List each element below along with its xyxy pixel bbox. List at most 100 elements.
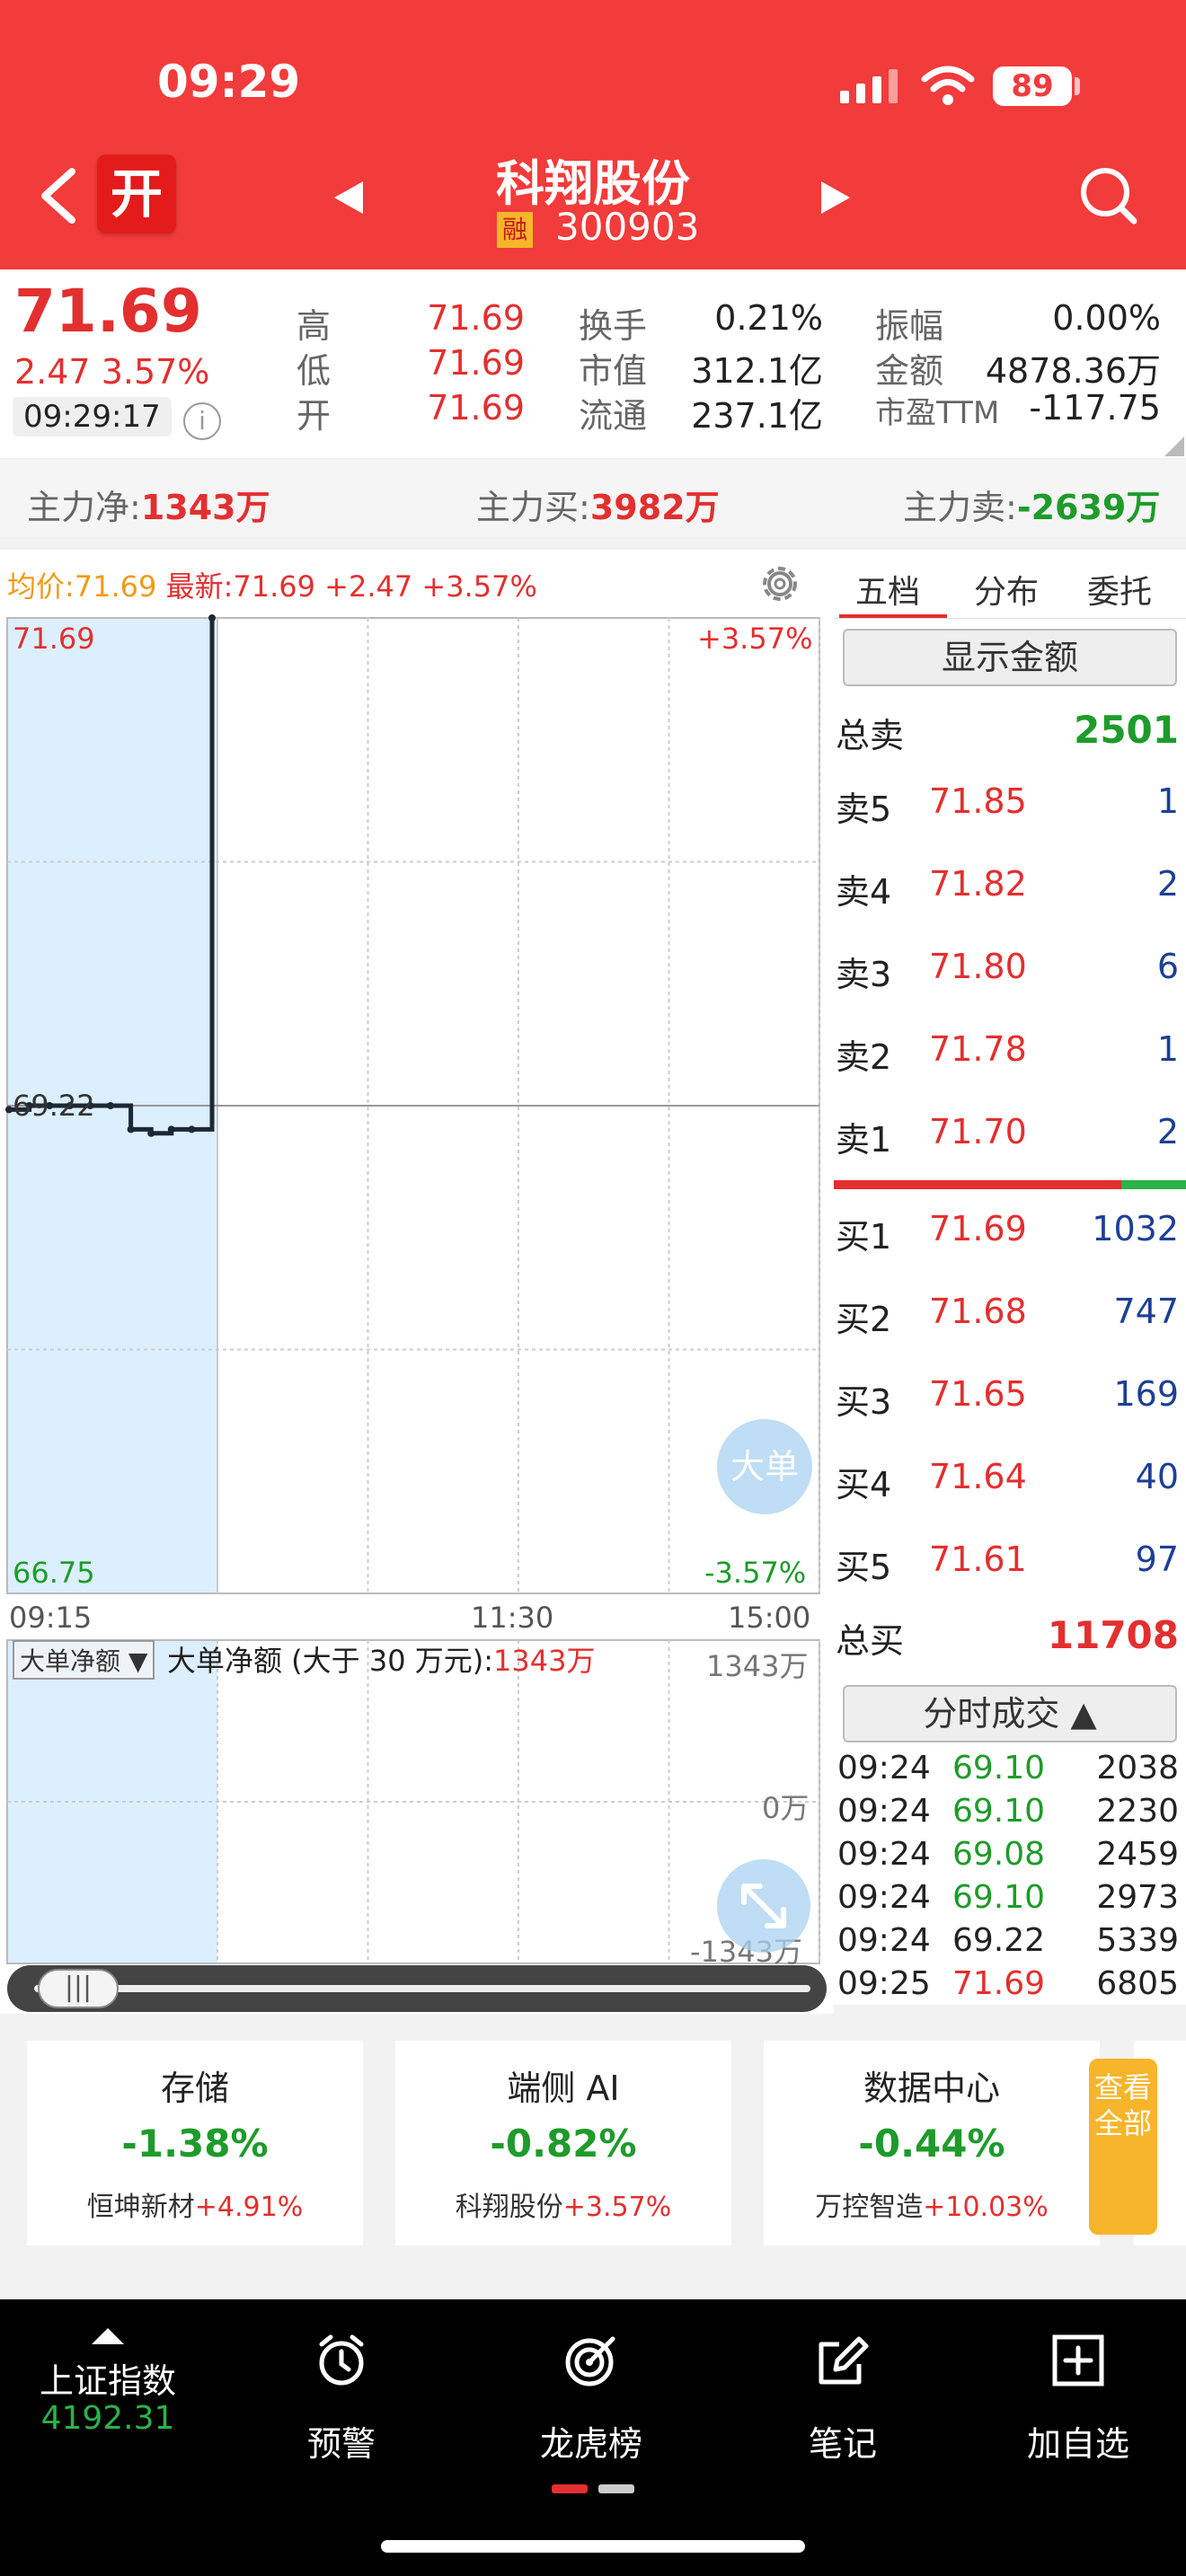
battery-indicator: 89 [993, 66, 1072, 106]
tick-trade-price: 69.22 [952, 1922, 1046, 1959]
bid-level-price[interactable]: 71.65 [929, 1374, 1027, 1414]
x-axis-mid-label: 11:30 [471, 1601, 554, 1635]
y-axis-mid-label: 69.22 [13, 1089, 95, 1123]
sub-axis-top-label: 1343万 [706, 1649, 809, 1683]
status-time: 09:29 [157, 56, 301, 108]
fund-buy-value: 3982万 [589, 488, 720, 527]
stat-value: 312.1亿 [691, 351, 823, 391]
sector-leader-change: +3.57% [562, 2192, 672, 2223]
home-indicator[interactable] [381, 2540, 805, 2553]
ask-level-price[interactable]: 71.82 [929, 864, 1027, 904]
stat-value: 4878.36万 [985, 351, 1161, 391]
bid-level-volume: 40 [1135, 1457, 1179, 1496]
bid-level-price[interactable]: 71.61 [929, 1539, 1027, 1579]
fund-buy-label: 主力买: [476, 488, 590, 527]
buy-sell-ratio-bar [834, 1180, 1186, 1189]
main-fund-flow: 主力净:1343万 主力买:3982万 主力卖:-2639万 [0, 460, 1186, 537]
ask-level-volume: 1 [1156, 1029, 1179, 1069]
sector-strip: 存储 -1.38% 恒坤新材+4.91% 端侧 AI -0.82% 科翔股份+3… [0, 2021, 1186, 2263]
scrollbar-handle[interactable]: ||| [38, 1969, 119, 2008]
tick-trade-time: 09:24 [837, 1836, 931, 1873]
ask-level-price[interactable]: 71.78 [929, 1029, 1027, 1069]
view-all-sectors-button[interactable]: 查看全部 [1089, 2059, 1157, 2235]
sector-change: -0.44% [858, 2122, 1005, 2166]
alarm-clock-icon [319, 2334, 364, 2386]
last-price: 71.69 [14, 277, 202, 346]
ask-level-volume: 2 [1156, 1112, 1179, 1151]
back-arrow-icon[interactable] [36, 166, 81, 225]
show-amount-button[interactable]: 显示金额 [843, 629, 1177, 686]
tick-trade-row: 09:24 69.22 5339 [837, 1922, 1179, 1965]
ask-level-label: 卖5 [836, 790, 892, 829]
bottom-nav: 上证指数 4192.31 预警 龙虎榜 笔记 加自选 [0, 2299, 1186, 2576]
total-sell-value: 2501 [1074, 708, 1179, 752]
chart-scrollbar[interactable]: ||| [7, 1965, 827, 2012]
chevron-down-icon: ▼ [128, 1646, 148, 1676]
price-point [147, 1129, 155, 1137]
bid-level-price[interactable]: 71.64 [929, 1457, 1027, 1496]
x-axis-start-label: 09:15 [9, 1601, 93, 1635]
stat-label: 开 [296, 396, 332, 436]
info-icon[interactable]: i [183, 402, 221, 440]
stat-label: 市盈TTM [875, 395, 1000, 431]
pct-axis-top-label: +3.57% [697, 622, 813, 656]
fullscreen-button[interactable] [717, 1859, 810, 1953]
tick-trade-volume: 2459 [1096, 1836, 1179, 1873]
intraday-chart-panel: 均价:71.69 最新:71.69 +2.47 +3.57% 71.69 69.… [0, 550, 834, 2014]
tick-trade-price: 69.10 [952, 1750, 1046, 1786]
ask-level-price[interactable]: 71.80 [929, 947, 1027, 986]
fund-sell-value: -2639万 [1016, 488, 1161, 527]
scrollbar-track [34, 1985, 810, 1992]
sub-chart-value: 1343万 [493, 1644, 596, 1678]
bid-level-label: 买5 [836, 1548, 892, 1587]
sector-card[interactable]: 存储 -1.38% 恒坤新材+4.91% [27, 2041, 363, 2245]
pct-axis-bottom-label: -3.57% [704, 1556, 807, 1590]
market-open-badge[interactable]: 开 [97, 154, 176, 234]
tab-orders[interactable]: 委托 [1087, 566, 1152, 613]
tick-trade-volume: 5339 [1096, 1922, 1179, 1959]
tick-trades-button[interactable]: 分时成交 ▲ [843, 1685, 1177, 1742]
tick-trade-time: 09:24 [837, 1793, 931, 1830]
fund-net-label: 主力净: [27, 488, 141, 527]
stat-value: 0.00% [1052, 298, 1161, 338]
stock-code: 300903 [555, 205, 700, 249]
stat-label: 换手 [579, 306, 648, 346]
index-value: 4192.31 [40, 2400, 175, 2437]
search-icon[interactable] [1078, 165, 1137, 225]
sector-leader-name: 科翔股份 [455, 2192, 563, 2223]
price-point [127, 1125, 135, 1134]
ask-level-label: 卖3 [836, 955, 892, 994]
sector-card[interactable]: 端侧 AI -0.82% 科翔股份+3.57% [395, 2041, 731, 2245]
tick-trade-row: 09:24 69.10 2973 [837, 1879, 1179, 1922]
page-indicator [552, 2484, 634, 2493]
sector-card[interactable]: 数据中心 -0.44% 万控智造+10.03% [764, 2041, 1100, 2245]
sector-name: 存储 [160, 2069, 229, 2108]
divider [834, 618, 1186, 619]
index-name: 上证指数 [39, 2361, 176, 2401]
intraday-chart[interactable] [0, 550, 834, 2014]
tab-distribution[interactable]: 分布 [974, 566, 1039, 613]
big-order-button[interactable]: 大单 [717, 1419, 812, 1514]
bid-level-price[interactable]: 71.69 [929, 1209, 1027, 1248]
next-stock-icon[interactable] [819, 180, 852, 216]
x-axis-end-label: 15:00 [728, 1601, 811, 1635]
tick-trade-price: 69.10 [952, 1879, 1046, 1916]
triangle-up-icon [92, 2328, 124, 2344]
prev-stock-icon[interactable] [332, 180, 365, 216]
tab-five-level[interactable]: 五档 [855, 566, 920, 613]
add-square-icon [1052, 2334, 1104, 2386]
sector-name: 数据中心 [863, 2069, 1000, 2108]
sub-chart-title-text: 大单净额 (大于 30 万元): [167, 1644, 493, 1678]
expand-corner-icon[interactable] [1164, 437, 1184, 456]
sub-indicator-dropdown[interactable]: 大单净额 ▼ [13, 1640, 155, 1680]
total-buy-value: 11708 [1047, 1613, 1179, 1657]
ask-level-price[interactable]: 71.85 [929, 781, 1027, 821]
tick-trade-volume: 6805 [1096, 1965, 1179, 2002]
fund-net-value: 1343万 [140, 488, 270, 527]
bid-level-label: 买1 [836, 1217, 892, 1257]
bid-level-price[interactable]: 71.68 [929, 1292, 1027, 1331]
stat-label: 低 [296, 351, 332, 391]
ask-level-price[interactable]: 71.70 [929, 1112, 1027, 1151]
sector-leader: 万控智造+10.03% [764, 2184, 1100, 2224]
bid-level-label: 买4 [836, 1465, 892, 1504]
